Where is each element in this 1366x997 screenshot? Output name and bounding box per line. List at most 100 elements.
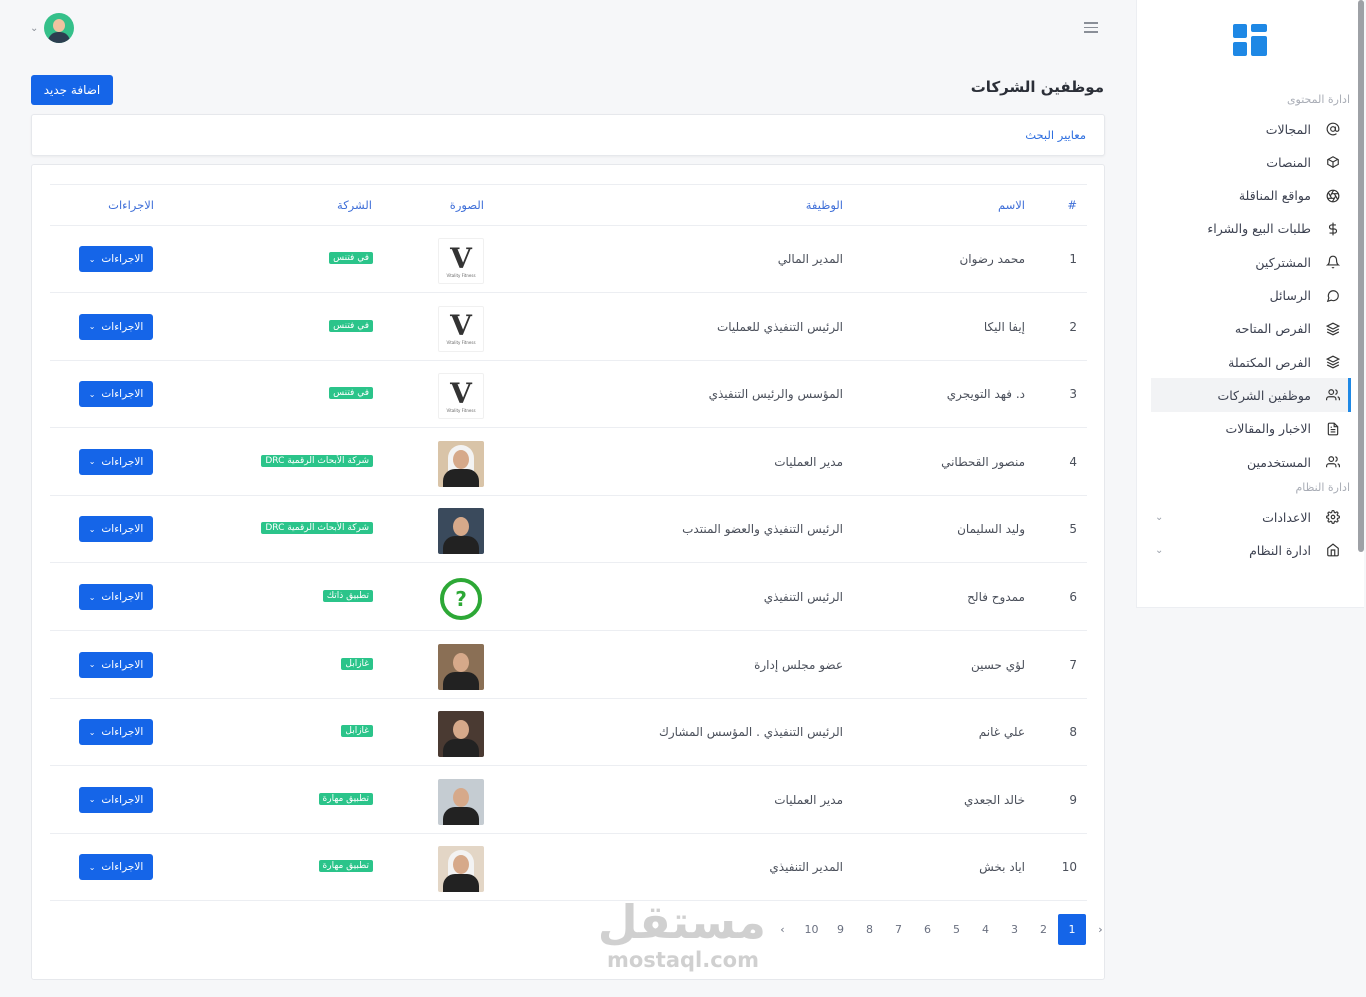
- table-row: 10 اياد بخش المدير التنفيذي تطبيق مهارة الاج…: [50, 834, 1087, 902]
- table-row: 5 وليد السليمان الرئيس التنفيذي والعضو الم…: [50, 496, 1087, 564]
- actions-dropdown-button[interactable]: الاجراءات ⌄: [79, 854, 153, 881]
- search-criteria-panel[interactable]: معايير البحث: [31, 114, 1105, 156]
- pagination-prev[interactable]: ‹: [1086, 914, 1115, 945]
- sidebar-system-item-2[interactable]: ادارة النظام ⌄: [1151, 533, 1351, 567]
- sidebar-item-label: المجالات: [1265, 121, 1311, 137]
- row-number: 6: [1069, 590, 1077, 604]
- chevron-down-icon: ⌄: [88, 254, 96, 264]
- sidebar-item-label: طلبات البيع والشراء: [1207, 221, 1311, 237]
- sidebar-item-3[interactable]: مواقع المناقلة: [1151, 179, 1351, 213]
- sidebar-scrollbar[interactable]: [1358, 0, 1364, 552]
- sidebar-item-11[interactable]: المستخدمين: [1151, 445, 1351, 479]
- employee-photo: [438, 508, 484, 555]
- actions-dropdown-button[interactable]: الاجراءات ⌄: [79, 448, 153, 475]
- chevron-down-icon: ⌄: [88, 457, 96, 467]
- sidebar-item-7[interactable]: الفرص المتاحه: [1151, 312, 1351, 346]
- page-link-4[interactable]: 4: [971, 914, 1000, 945]
- row-number: 1: [1069, 252, 1077, 266]
- section-label-system: ادارة النظام: [1295, 481, 1351, 494]
- menu-toggle-icon[interactable]: [1084, 22, 1098, 34]
- users-icon: [1323, 385, 1343, 405]
- layers-icon: [1323, 352, 1343, 372]
- employee-name: منصور القحطاني: [941, 454, 1025, 469]
- sidebar-item-label: مواقع المناقلة: [1238, 188, 1311, 204]
- users-icon: [1323, 452, 1343, 472]
- actions-dropdown-button[interactable]: الاجراءات ⌄: [79, 786, 153, 813]
- add-new-button[interactable]: اضافة جديد: [31, 75, 113, 105]
- employee-name: وليد السليمان: [957, 522, 1025, 537]
- actions-dropdown-button[interactable]: الاجراءات ⌄: [79, 381, 153, 408]
- sidebar-item-label: الفرص المكتملة: [1228, 354, 1311, 370]
- search-criteria-label[interactable]: معايير البحث: [1025, 128, 1086, 142]
- user-menu[interactable]: ⌄: [30, 13, 75, 43]
- actions-label: الاجراءات: [101, 726, 144, 739]
- chevron-down-icon: ⌄: [88, 862, 96, 872]
- page-link-5[interactable]: 5: [942, 914, 971, 945]
- employee-name: إيفا اليكا: [983, 319, 1025, 334]
- actions-label: الاجراءات: [101, 523, 144, 536]
- actions-dropdown-button[interactable]: الاجراءات ⌄: [79, 584, 153, 610]
- chevron-down-icon: ⌄: [88, 524, 96, 534]
- employee-photo: [438, 643, 484, 690]
- employee-name: اياد بخش: [979, 860, 1025, 875]
- sidebar-item-label: الاخبار والمقالات: [1225, 421, 1312, 437]
- row-number: 8: [1069, 725, 1077, 740]
- actions-label: الاجراءات: [101, 861, 144, 874]
- company-badge: في فتنس: [329, 387, 373, 400]
- row-number: 5: [1069, 522, 1077, 537]
- chevron-down-icon: ⌄: [88, 592, 96, 602]
- table-header: # الاسم الوظيفة الصورة الشركة الاجراءات: [50, 184, 1087, 226]
- actions-dropdown-button[interactable]: الاجراءات ⌄: [79, 516, 153, 543]
- section-label-content: ادارة المحتوى: [1286, 93, 1350, 106]
- company-badge: في فتنس: [329, 319, 373, 332]
- sidebar-item-5[interactable]: المشتركين: [1151, 245, 1351, 279]
- pagination-next[interactable]: ›: [768, 914, 797, 945]
- page-link-10[interactable]: 10: [797, 914, 826, 945]
- row-number: 10: [1061, 860, 1077, 875]
- table-row: 9 خالد الجعدي مدير العمليات تطبيق مهارة الاج…: [50, 767, 1087, 834]
- row-number: 2: [1069, 319, 1077, 334]
- company-logo-image: V Vitality Fitness: [438, 373, 484, 420]
- page-link-9[interactable]: 9: [826, 914, 855, 945]
- chevron-down-icon: ⌄: [30, 22, 39, 34]
- sidebar-item-4[interactable]: طلبات البيع والشراء: [1151, 212, 1351, 246]
- page-link-1[interactable]: 1: [1058, 914, 1086, 945]
- page-link-7[interactable]: 7: [884, 914, 913, 945]
- page-title: موظفين الشركات: [970, 78, 1104, 96]
- company-logo-image: V Vitality Fitness: [438, 305, 484, 352]
- table-row: 3 د. فهد التويجري المؤسس والرئيس التنفيذي V…: [50, 361, 1087, 429]
- page-link-6[interactable]: 6: [913, 914, 942, 945]
- chevron-down-icon: ⌄: [88, 322, 96, 332]
- employee-name: خالد الجعدي: [963, 792, 1025, 807]
- row-number: 9: [1069, 792, 1077, 807]
- employee-job: الرئيس التنفيذي . المؤسس المشارك: [658, 725, 843, 740]
- row-number: 4: [1069, 454, 1077, 469]
- chevron-down-icon: ⌄: [1155, 544, 1164, 556]
- watermark-en: mostaql.com: [607, 948, 759, 972]
- page-link-8[interactable]: 8: [855, 914, 884, 945]
- company-badge: تطبيق مهارة: [318, 792, 373, 805]
- chevron-down-icon: ⌄: [88, 727, 96, 737]
- sidebar-item-8[interactable]: الفرص المكتملة: [1151, 345, 1351, 379]
- actions-dropdown-button[interactable]: الاجراءات ⌄: [79, 313, 153, 340]
- sidebar-item-label: الفرص المتاحه: [1234, 321, 1311, 337]
- employee-name: لؤي حسين: [971, 657, 1025, 672]
- actions-dropdown-button[interactable]: الاجراءات ⌄: [79, 651, 153, 678]
- sidebar-item-9[interactable]: موظفين الشركات: [1151, 378, 1351, 413]
- actions-label: الاجراءات: [101, 658, 144, 671]
- actions-dropdown-button[interactable]: الاجراءات ⌄: [79, 246, 153, 272]
- sidebar-item-6[interactable]: الرسائل: [1151, 279, 1351, 313]
- sidebar-item-10[interactable]: الاخبار والمقالات: [1151, 412, 1351, 446]
- dashboard-logo-icon[interactable]: [1233, 24, 1267, 58]
- sidebar-item-1[interactable]: المجالات: [1151, 112, 1351, 146]
- company-badge: شركة الأبحاث الرقمية DRC: [261, 522, 373, 535]
- actions-dropdown-button[interactable]: الاجراءات ⌄: [79, 719, 153, 746]
- avatar: [44, 13, 75, 43]
- table-row: 6 ممدوح فالح الرئيس التنفيذي? تطبيق ذاتك الا…: [50, 564, 1087, 631]
- sidebar-item-2[interactable]: المنصات: [1151, 145, 1351, 179]
- actions-label: الاجراءات: [101, 793, 144, 806]
- page-link-3[interactable]: 3: [1000, 914, 1029, 945]
- sidebar-system-item-1[interactable]: الاعدادات ⌄: [1151, 500, 1351, 534]
- pagination: ‹ 1 2 3 4 5 6 7 8 9 10 ›: [768, 914, 1115, 945]
- page-link-2[interactable]: 2: [1029, 914, 1058, 945]
